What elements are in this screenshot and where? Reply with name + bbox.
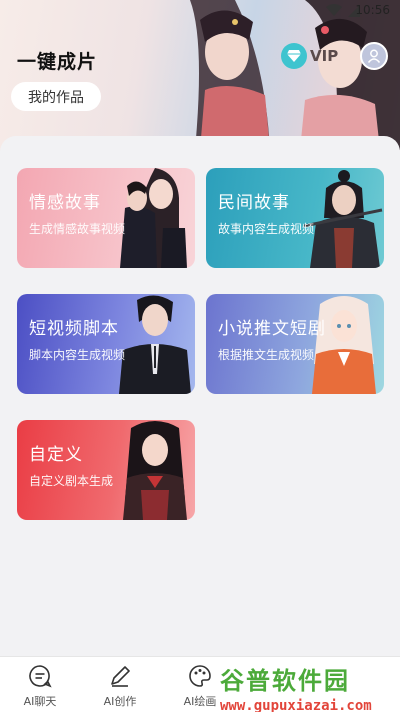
vip-badge[interactable]: VIP — [281, 43, 338, 69]
watermark-url: www.gupuxiazai.com — [220, 698, 372, 712]
wifi-icon — [326, 4, 342, 16]
pen-icon — [111, 666, 130, 687]
card-custom[interactable]: 自定义 自定义剧本生成 — [17, 420, 195, 520]
status-time: 10:56 — [355, 3, 390, 17]
diamond-icon — [281, 43, 307, 69]
card-emotion-story[interactable]: 情感故事 生成情感故事视频 — [17, 168, 195, 268]
chat-icon — [29, 665, 52, 688]
card-subtitle: 脚本内容生成视频 — [29, 348, 126, 362]
anime-girl-illustration — [312, 296, 376, 394]
page-title: 一键成片 — [17, 51, 98, 73]
businessman-illustration — [119, 295, 191, 394]
card-short-video-script[interactable]: 短视频脚本 脚本内容生成视频 — [17, 294, 195, 394]
card-subtitle: 根据推文生成视频 — [218, 348, 315, 362]
watermark: 谷普软件园 www.gupuxiazai.com — [220, 661, 398, 712]
nav-ai-chat[interactable]: AI聊天 — [10, 663, 70, 709]
feature-panel: 情感故事 生成情感故事视频 民间故事 故事内容生成视频 短视频脚本 脚本内容生成… — [0, 136, 400, 656]
nav-label: AI聊天 — [23, 695, 57, 708]
bottom-nav: AI聊天 AI创作 AI绘画 谷普软件园 www.gupuxiazai.com — [0, 656, 400, 712]
card-title: 小说推文短剧 — [218, 319, 326, 339]
nav-label: AI创作 — [103, 695, 137, 708]
schoolgirl-illustration — [123, 421, 187, 520]
card-title: 民间故事 — [218, 193, 290, 213]
couple-banner-illustration — [190, 0, 400, 150]
card-subtitle: 生成情感故事视频 — [29, 222, 126, 236]
vip-label: VIP — [310, 47, 339, 65]
user-icon — [367, 49, 381, 63]
watermark-title: 谷普软件园 — [220, 667, 350, 695]
my-works-button[interactable]: 我的作品 — [11, 82, 101, 111]
card-subtitle: 故事内容生成视频 — [218, 222, 315, 236]
card-title: 情感故事 — [29, 193, 101, 213]
status-bar: 10:56 — [0, 0, 400, 22]
card-novel-drama[interactable]: 小说推文短剧 根据推文生成视频 — [206, 294, 384, 394]
card-subtitle: 自定义剧本生成 — [29, 474, 114, 488]
couple-illustration — [120, 168, 187, 268]
card-title: 短视频脚本 — [29, 319, 119, 339]
card-title: 自定义 — [29, 445, 83, 465]
nav-ai-create[interactable]: AI创作 — [90, 663, 150, 709]
palette-icon — [189, 665, 211, 687]
avatar[interactable] — [360, 42, 388, 70]
card-folk-story[interactable]: 民间故事 故事内容生成视频 — [206, 168, 384, 268]
warrior-illustration — [304, 170, 383, 268]
